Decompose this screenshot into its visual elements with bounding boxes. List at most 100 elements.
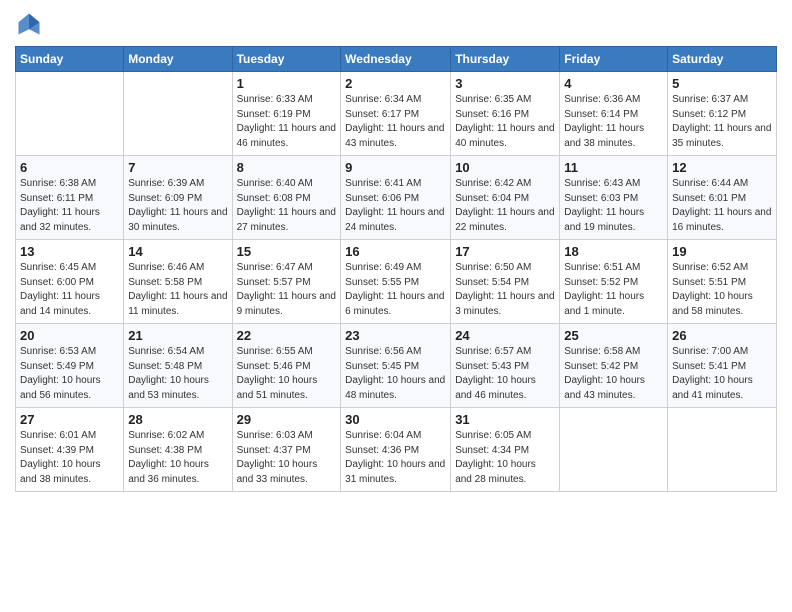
day-number: 15 [237,244,337,259]
calendar-cell: 27 Sunrise: 6:01 AM Sunset: 4:39 PM Dayli… [16,408,124,492]
day-number: 28 [128,412,227,427]
day-detail: Sunrise: 6:57 AM Sunset: 5:43 PM Dayligh… [455,345,555,403]
calendar-cell: 21 Sunrise: 6:54 AM Sunset: 5:48 PM Dayli… [124,324,232,408]
calendar-cell: 10 Sunrise: 6:42 AM Sunset: 6:04 PM Dayli… [451,156,560,240]
day-detail: Sunrise: 6:56 AM Sunset: 5:45 PM Dayligh… [345,345,446,403]
day-number: 9 [345,160,446,175]
calendar-cell: 7 Sunrise: 6:39 AM Sunset: 6:09 PM Daylig… [124,156,232,240]
calendar-cell: 29 Sunrise: 6:03 AM Sunset: 4:37 PM Dayli… [232,408,341,492]
calendar-cell: 20Sunrise: 6:53 AM Sunset: 5:49 PM Dayli… [16,324,124,408]
calendar-cell: 24 Sunrise: 6:57 AM Sunset: 5:43 PM Dayli… [451,324,560,408]
col-header-wednesday: Wednesday [341,47,451,72]
day-detail: Sunrise: 6:46 AM Sunset: 5:58 PM Dayligh… [128,261,227,319]
calendar-cell: 14 Sunrise: 6:46 AM Sunset: 5:58 PM Dayli… [124,240,232,324]
page: SundayMondayTuesdayWednesdayThursdayFrid… [0,0,792,502]
day-detail: Sunrise: 6:03 AM Sunset: 4:37 PM Dayligh… [237,429,337,487]
day-number: 19 [672,244,772,259]
calendar-cell: 13 Sunrise: 6:45 AM Sunset: 6:00 PM Dayli… [16,240,124,324]
col-header-sunday: Sunday [16,47,124,72]
calendar-cell: 3 Sunrise: 6:35 AM Sunset: 6:16 PM Daylig… [451,72,560,156]
calendar-week-0: 1 Sunrise: 6:33 AM Sunset: 6:19 PM Daylig… [16,72,777,156]
calendar-cell [560,408,668,492]
calendar-cell: 12 Sunrise: 6:44 AM Sunset: 6:01 PM Dayli… [668,156,777,240]
day-number: 29 [237,412,337,427]
day-detail: Sunrise: 6:53 AM Sunset: 5:49 PM Dayligh… [20,345,119,403]
day-number: 21 [128,328,227,343]
day-detail: Sunrise: 6:47 AM Sunset: 5:57 PM Dayligh… [237,261,337,319]
calendar-cell: 4 Sunrise: 6:36 AM Sunset: 6:14 PM Daylig… [560,72,668,156]
day-number: 10 [455,160,555,175]
day-detail: Sunrise: 6:33 AM Sunset: 6:19 PM Dayligh… [237,93,337,151]
day-detail: Sunrise: 6:35 AM Sunset: 6:16 PM Dayligh… [455,93,555,151]
day-detail: Sunrise: 6:05 AM Sunset: 4:34 PM Dayligh… [455,429,555,487]
calendar-cell: 22 Sunrise: 6:55 AM Sunset: 5:46 PM Dayli… [232,324,341,408]
day-number: 23 [345,328,446,343]
day-detail: Sunrise: 6:37 AM Sunset: 6:12 PM Dayligh… [672,93,772,151]
calendar-table: SundayMondayTuesdayWednesdayThursdayFrid… [15,46,777,492]
day-detail: Sunrise: 6:55 AM Sunset: 5:46 PM Dayligh… [237,345,337,403]
calendar-cell: 1 Sunrise: 6:33 AM Sunset: 6:19 PM Daylig… [232,72,341,156]
day-number: 18 [564,244,663,259]
calendar-cell: 28 Sunrise: 6:02 AM Sunset: 4:38 PM Dayli… [124,408,232,492]
day-detail: Sunrise: 6:42 AM Sunset: 6:04 PM Dayligh… [455,177,555,235]
calendar-cell: 6 Sunrise: 6:38 AM Sunset: 6:11 PM Daylig… [16,156,124,240]
day-number: 22 [237,328,337,343]
day-number: 11 [564,160,663,175]
day-number: 12 [672,160,772,175]
day-number: 31 [455,412,555,427]
day-detail: Sunrise: 6:51 AM Sunset: 5:52 PM Dayligh… [564,261,663,319]
day-number: 8 [237,160,337,175]
day-detail: Sunrise: 6:50 AM Sunset: 5:54 PM Dayligh… [455,261,555,319]
day-detail: Sunrise: 6:01 AM Sunset: 4:39 PM Dayligh… [20,429,119,487]
calendar-cell: 15 Sunrise: 6:47 AM Sunset: 5:57 PM Dayli… [232,240,341,324]
day-detail: Sunrise: 6:43 AM Sunset: 6:03 PM Dayligh… [564,177,663,235]
day-detail: Sunrise: 6:36 AM Sunset: 6:14 PM Dayligh… [564,93,663,151]
header [15,10,777,38]
day-number: 1 [237,76,337,91]
calendar-cell [16,72,124,156]
calendar-cell: 31 Sunrise: 6:05 AM Sunset: 4:34 PM Dayli… [451,408,560,492]
calendar-header-row: SundayMondayTuesdayWednesdayThursdayFrid… [16,47,777,72]
day-detail: Sunrise: 6:49 AM Sunset: 5:55 PM Dayligh… [345,261,446,319]
day-detail: Sunrise: 6:34 AM Sunset: 6:17 PM Dayligh… [345,93,446,151]
day-number: 4 [564,76,663,91]
day-number: 24 [455,328,555,343]
calendar-cell: 2 Sunrise: 6:34 AM Sunset: 6:17 PM Daylig… [341,72,451,156]
day-number: 5 [672,76,772,91]
day-detail: Sunrise: 6:54 AM Sunset: 5:48 PM Dayligh… [128,345,227,403]
calendar-cell [668,408,777,492]
day-number: 17 [455,244,555,259]
day-detail: Sunrise: 6:39 AM Sunset: 6:09 PM Dayligh… [128,177,227,235]
day-detail: Sunrise: 6:45 AM Sunset: 6:00 PM Dayligh… [20,261,119,319]
calendar-week-2: 13 Sunrise: 6:45 AM Sunset: 6:00 PM Dayli… [16,240,777,324]
calendar-cell: 26Sunrise: 7:00 AM Sunset: 5:41 PM Dayli… [668,324,777,408]
day-detail: Sunrise: 6:58 AM Sunset: 5:42 PM Dayligh… [564,345,663,403]
logo-icon [15,10,43,38]
calendar-week-4: 27 Sunrise: 6:01 AM Sunset: 4:39 PM Dayli… [16,408,777,492]
day-number: 13 [20,244,119,259]
day-number: 2 [345,76,446,91]
col-header-monday: Monday [124,47,232,72]
col-header-saturday: Saturday [668,47,777,72]
calendar-cell: 18 Sunrise: 6:51 AM Sunset: 5:52 PM Dayli… [560,240,668,324]
day-detail: Sunrise: 6:41 AM Sunset: 6:06 PM Dayligh… [345,177,446,235]
day-detail: Sunrise: 6:02 AM Sunset: 4:38 PM Dayligh… [128,429,227,487]
day-number: 3 [455,76,555,91]
day-detail: Sunrise: 6:52 AM Sunset: 5:51 PM Dayligh… [672,261,772,319]
day-number: 6 [20,160,119,175]
calendar-cell: 16Sunrise: 6:49 AM Sunset: 5:55 PM Dayli… [341,240,451,324]
calendar-cell [124,72,232,156]
day-number: 27 [20,412,119,427]
day-detail: Sunrise: 6:44 AM Sunset: 6:01 PM Dayligh… [672,177,772,235]
col-header-tuesday: Tuesday [232,47,341,72]
day-detail: Sunrise: 7:00 AM Sunset: 5:41 PM Dayligh… [672,345,772,403]
calendar-cell: 17 Sunrise: 6:50 AM Sunset: 5:54 PM Dayli… [451,240,560,324]
day-detail: Sunrise: 6:38 AM Sunset: 6:11 PM Dayligh… [20,177,119,235]
calendar-cell: 25Sunrise: 6:58 AM Sunset: 5:42 PM Dayli… [560,324,668,408]
logo [15,10,47,38]
day-number: 7 [128,160,227,175]
calendar-week-1: 6 Sunrise: 6:38 AM Sunset: 6:11 PM Daylig… [16,156,777,240]
calendar-cell: 9 Sunrise: 6:41 AM Sunset: 6:06 PM Daylig… [341,156,451,240]
calendar-cell: 23 Sunrise: 6:56 AM Sunset: 5:45 PM Dayli… [341,324,451,408]
day-number: 14 [128,244,227,259]
